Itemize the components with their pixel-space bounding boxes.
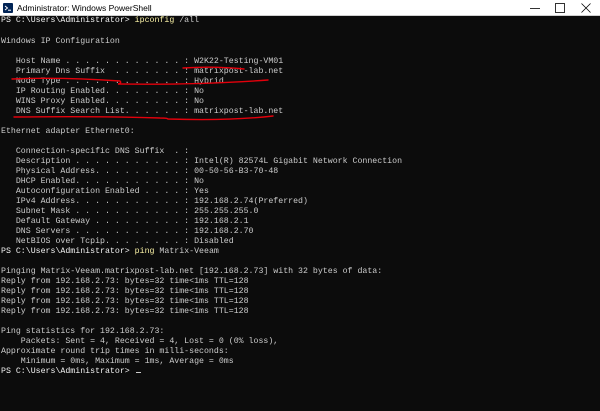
prompt: PS C:\Users\Administrator> (1, 16, 135, 25)
console-output[interactable]: PS C:\Users\Administrator> ipconfig /all… (0, 16, 600, 411)
command-args: /all (174, 16, 200, 25)
console-line: Connection-specific DNS Suffix . : (1, 147, 190, 156)
console-line: Autoconfiguration Enabled . . . . : Yes (1, 187, 209, 196)
maximize-button[interactable] (549, 0, 571, 15)
close-icon (581, 3, 591, 13)
console-line: Windows IP Configuration (1, 37, 120, 46)
console-prompt-line: PS C:\Users\Administrator> ping Matrix-V… (1, 247, 219, 257)
prompt: PS C:\Users\Administrator> (1, 247, 135, 256)
maximize-icon (555, 3, 565, 13)
console-line: Approximate round trip times in milli-se… (1, 347, 229, 356)
console-line: IP Routing Enabled. . . . . . . . : No (1, 87, 204, 96)
console-line: DHCP Enabled. . . . . . . . . . . : No (1, 177, 204, 186)
minimize-icon (530, 8, 540, 9)
console-line: IPv4 Address. . . . . . . . . . . : 192.… (1, 197, 308, 206)
text-cursor (135, 372, 141, 373)
console-prompt-line[interactable]: PS C:\Users\Administrator> (1, 367, 141, 377)
console-line: DNS Suffix Search List. . . . . . : matr… (1, 107, 284, 116)
console-line: Reply from 192.168.2.73: bytes=32 time<1… (1, 297, 249, 306)
console-line: Reply from 192.168.2.73: bytes=32 time<1… (1, 287, 249, 296)
console-line: Reply from 192.168.2.73: bytes=32 time<1… (1, 277, 249, 286)
window-title: Administrator: Windows PowerShell (17, 3, 152, 13)
console-line: Packets: Sent = 4, Received = 4, Lost = … (1, 337, 279, 346)
console-line: WINS Proxy Enabled. . . . . . . . : No (1, 97, 204, 106)
prompt: PS C:\Users\Administrator> (1, 367, 135, 376)
close-button[interactable] (575, 0, 597, 15)
console-line: Reply from 192.168.2.73: bytes=32 time<1… (1, 307, 249, 316)
console-prompt-line: PS C:\Users\Administrator> ipconfig /all (1, 16, 199, 26)
command-args: Matrix-Veeam (154, 247, 219, 256)
minimize-button[interactable] (524, 0, 546, 15)
command: ping (134, 247, 155, 256)
console-line: Ethernet adapter Ethernet0: (1, 127, 135, 136)
powershell-window: Administrator: Windows PowerShell PS C:\… (0, 0, 600, 411)
title-bar[interactable]: Administrator: Windows PowerShell (0, 0, 600, 16)
console-line: Physical Address. . . . . . . . . : 00-5… (1, 167, 279, 176)
console-line: Node Type . . . . . . . . . . . . : Hybr… (1, 77, 224, 86)
console-line: Ping statistics for 192.168.2.73: (1, 327, 165, 336)
console-line: Minimum = 0ms, Maximum = 1ms, Average = … (1, 357, 234, 366)
console-line: Default Gateway . . . . . . . . . : 192.… (1, 217, 249, 226)
console-line: NetBIOS over Tcpip. . . . . . . . : Disa… (1, 237, 234, 246)
console-line: DNS Servers . . . . . . . . . . . : 192.… (1, 227, 254, 236)
console-line: Primary Dns Suffix . . . . . . . : matri… (1, 67, 284, 76)
command: ipconfig (134, 16, 175, 25)
console-line: Description . . . . . . . . . . . : Inte… (1, 157, 403, 166)
console-line: Host Name . . . . . . . . . . . . : W2K2… (1, 57, 284, 66)
console-line: Subnet Mask . . . . . . . . . . . : 255.… (1, 207, 259, 216)
powershell-icon (3, 3, 13, 13)
console-line: Pinging Matrix-Veeam.matrixpost-lab.net … (1, 267, 383, 276)
